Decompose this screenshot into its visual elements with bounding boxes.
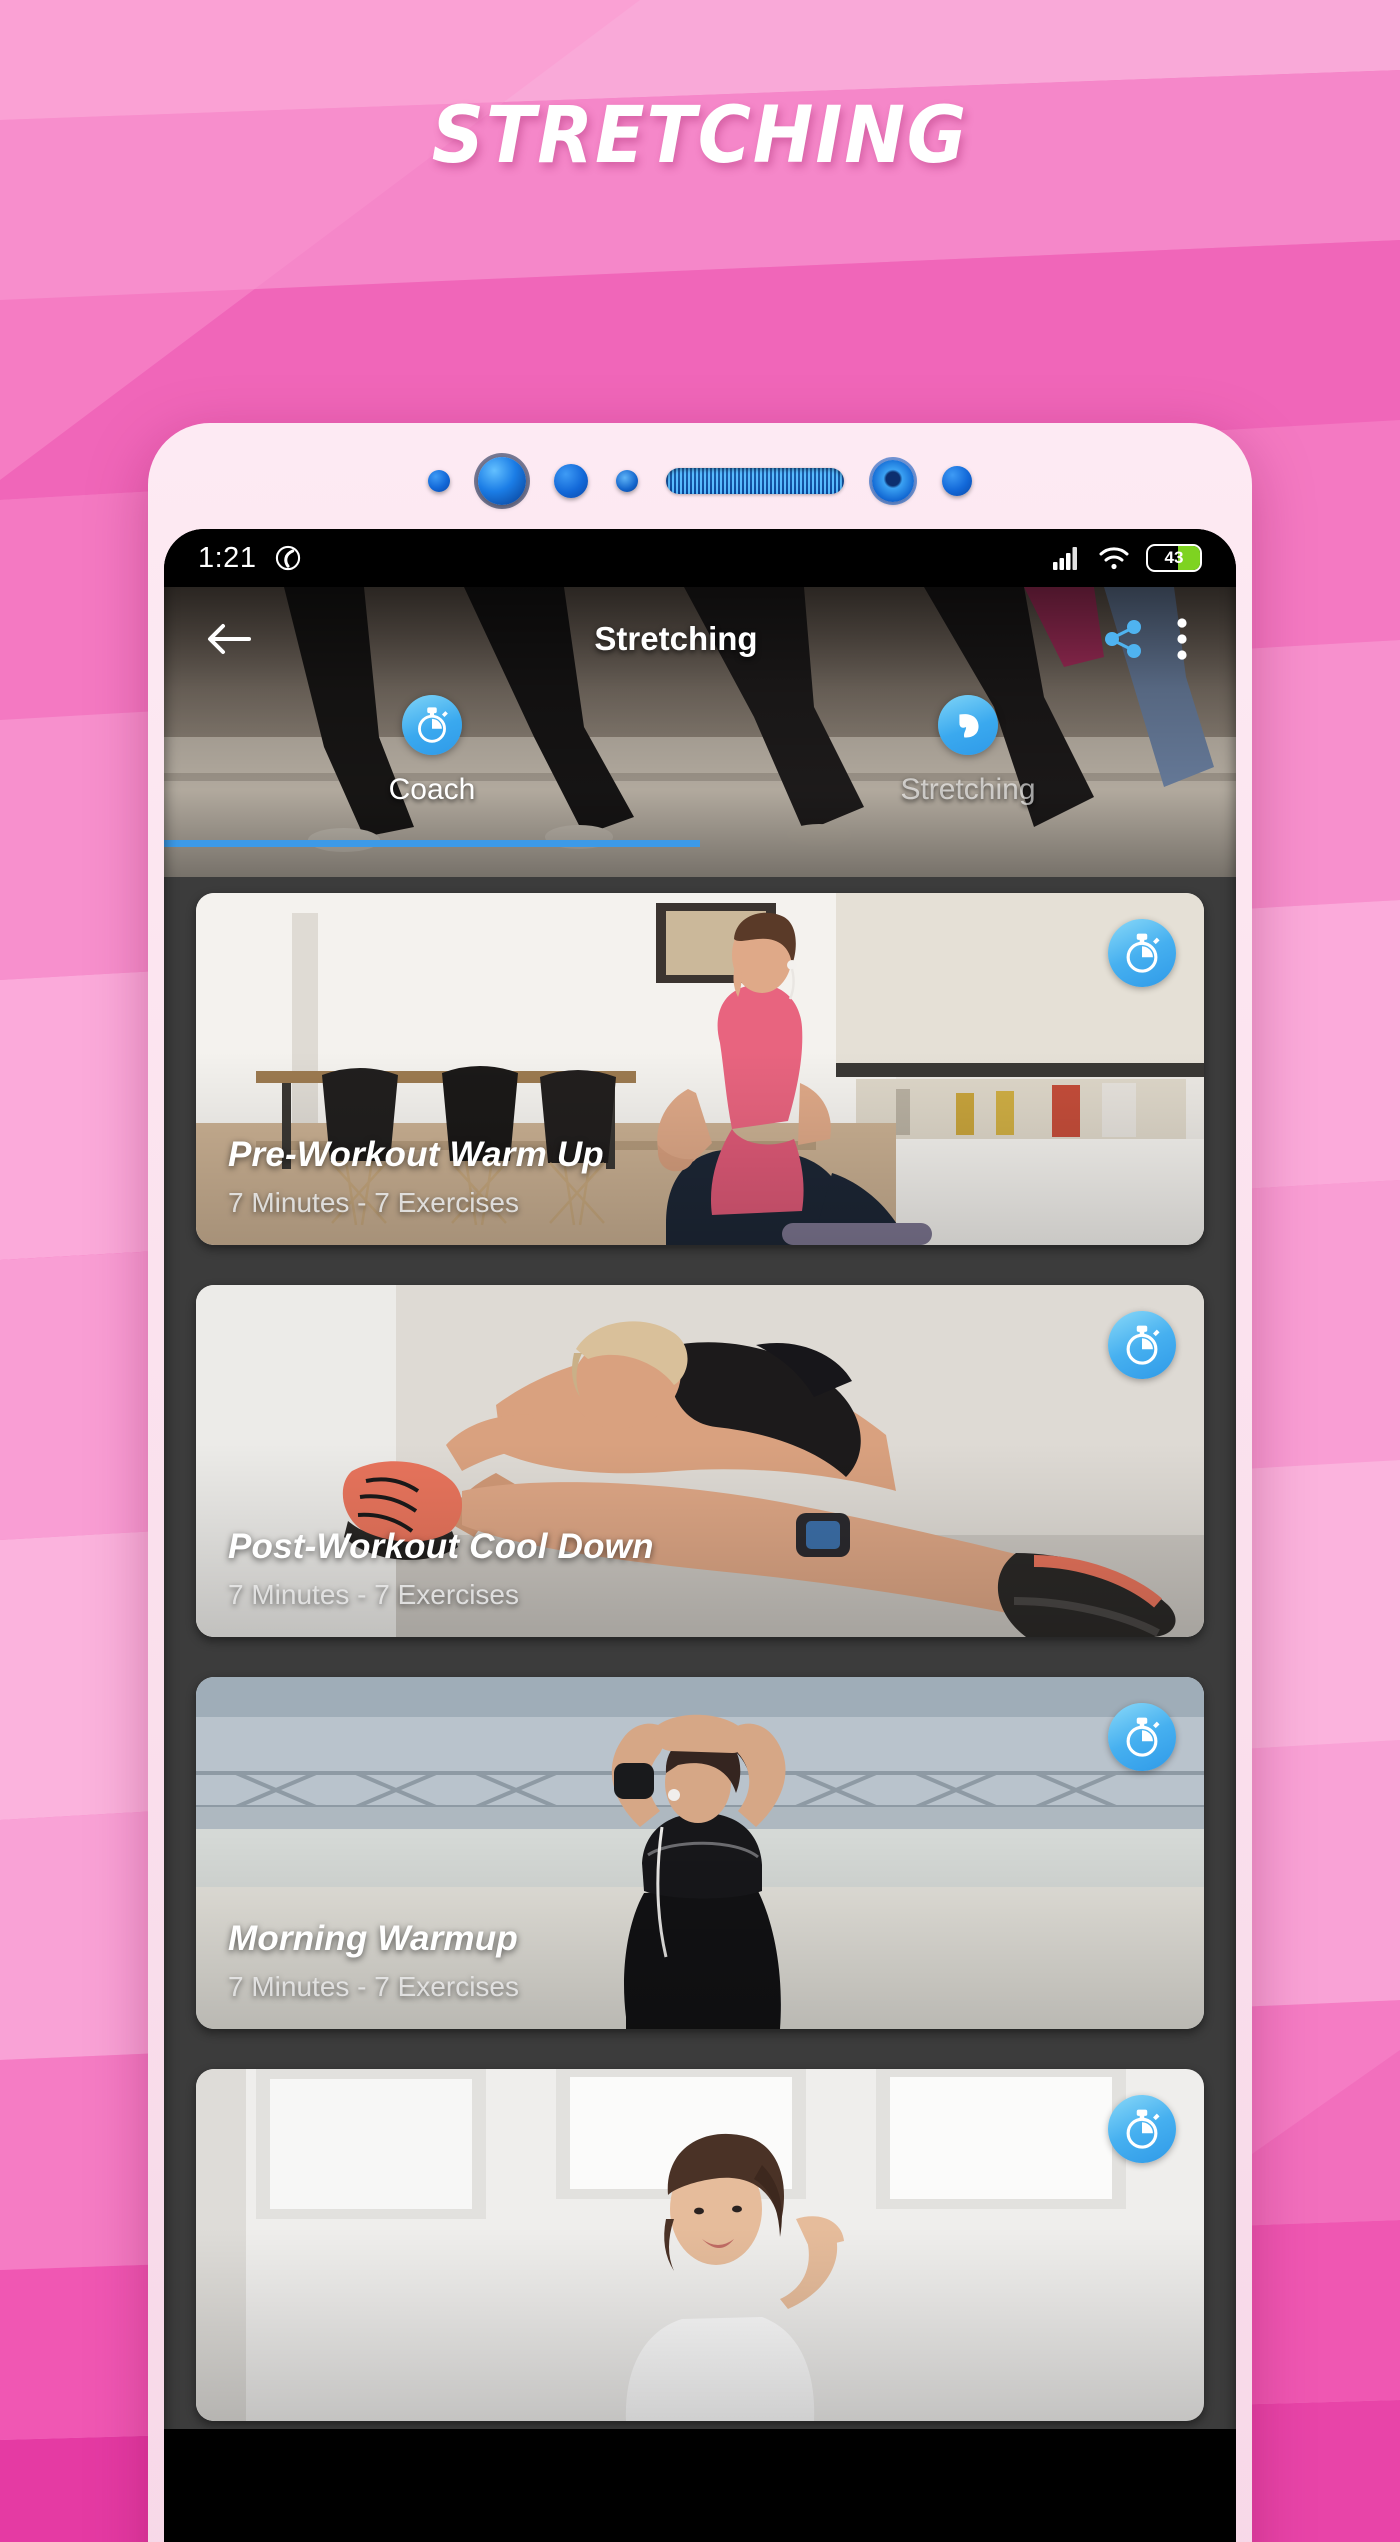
tab-stretching[interactable]: Stretching	[700, 691, 1236, 847]
status-bar: 1:21 43	[164, 529, 1236, 587]
more-vertical-icon[interactable]	[1162, 616, 1202, 662]
stopwatch-icon	[402, 695, 462, 755]
back-arrow-icon[interactable]	[198, 620, 258, 658]
stopwatch-icon[interactable]	[1108, 2095, 1176, 2163]
wifi-icon	[1099, 547, 1129, 570]
phone-device-frame: 1:21 43 Stretching Coach Stretching Pre-…	[148, 423, 1252, 2542]
status-right-cluster: 43	[1052, 544, 1202, 572]
page-title: Stretching	[594, 620, 758, 657]
workout-title: Post-Workout Cool Down	[228, 1527, 654, 1566]
promo-screenshot-stage: STRETCHING 1:21 43 Stretching Coach Stre…	[0, 0, 1400, 2542]
tab-bar: Coach Stretching	[164, 691, 1236, 847]
battery-level-text: 43	[1164, 548, 1184, 567]
sensor-dot-icon	[554, 464, 588, 498]
workout-card[interactable]	[196, 2069, 1204, 2421]
ir-sensor-icon	[872, 460, 914, 502]
bicep-flex-icon	[938, 695, 998, 755]
promo-headline: STRETCHING	[431, 91, 969, 181]
camera-dot-icon	[428, 470, 450, 492]
app-bar: Stretching	[164, 587, 1236, 691]
stopwatch-icon[interactable]	[1108, 1703, 1176, 1771]
phone-screen: 1:21 43 Stretching Coach Stretching Pre-…	[164, 529, 1236, 2542]
stopwatch-icon[interactable]	[1108, 1311, 1176, 1379]
tab-coach[interactable]: Coach	[164, 691, 700, 847]
workout-card[interactable]: Pre-Workout Warm Up 7 Minutes - 7 Exerci…	[196, 893, 1204, 1245]
tab-stretching-label: Stretching	[900, 773, 1036, 806]
card-scrim	[196, 2069, 1204, 2421]
earpiece-speaker-icon	[666, 468, 844, 494]
workout-subtitle: 7 Minutes - 7 Exercises	[228, 1579, 519, 1610]
hero-header: Stretching Coach Stretching	[164, 587, 1236, 877]
workout-list[interactable]: Pre-Workout Warm Up 7 Minutes - 7 Exerci…	[164, 877, 1236, 2429]
workout-title: Pre-Workout Warm Up	[228, 1135, 604, 1174]
tab-active-indicator	[164, 840, 700, 847]
front-camera-icon	[478, 457, 526, 505]
card-text-block: Post-Workout Cool Down 7 Minutes - 7 Exe…	[228, 1527, 654, 1611]
workout-card[interactable]: Post-Workout Cool Down 7 Minutes - 7 Exe…	[196, 1285, 1204, 1637]
share-icon[interactable]	[1094, 617, 1152, 661]
proximity-dot-icon	[616, 470, 638, 492]
cellular-signal-icon	[1053, 547, 1077, 570]
workout-card[interactable]: Morning Warmup 7 Minutes - 7 Exercises	[196, 1677, 1204, 2029]
card-text-block: Morning Warmup 7 Minutes - 7 Exercises	[228, 1919, 519, 2003]
phone-top-bezel	[148, 423, 1252, 539]
workout-subtitle: 7 Minutes - 7 Exercises	[228, 1971, 519, 2002]
tab-coach-label: Coach	[388, 773, 476, 806]
status-time: 1:21	[198, 541, 257, 574]
card-text-block: Pre-Workout Warm Up 7 Minutes - 7 Exerci…	[228, 1135, 604, 1219]
light-sensor-icon	[942, 466, 972, 496]
stopwatch-icon[interactable]	[1108, 919, 1176, 987]
workout-subtitle: 7 Minutes - 7 Exercises	[228, 1187, 519, 1218]
battery-indicator: 43	[1146, 544, 1202, 572]
workout-title: Morning Warmup	[228, 1919, 518, 1958]
privacy-indicator-icon	[274, 544, 302, 572]
